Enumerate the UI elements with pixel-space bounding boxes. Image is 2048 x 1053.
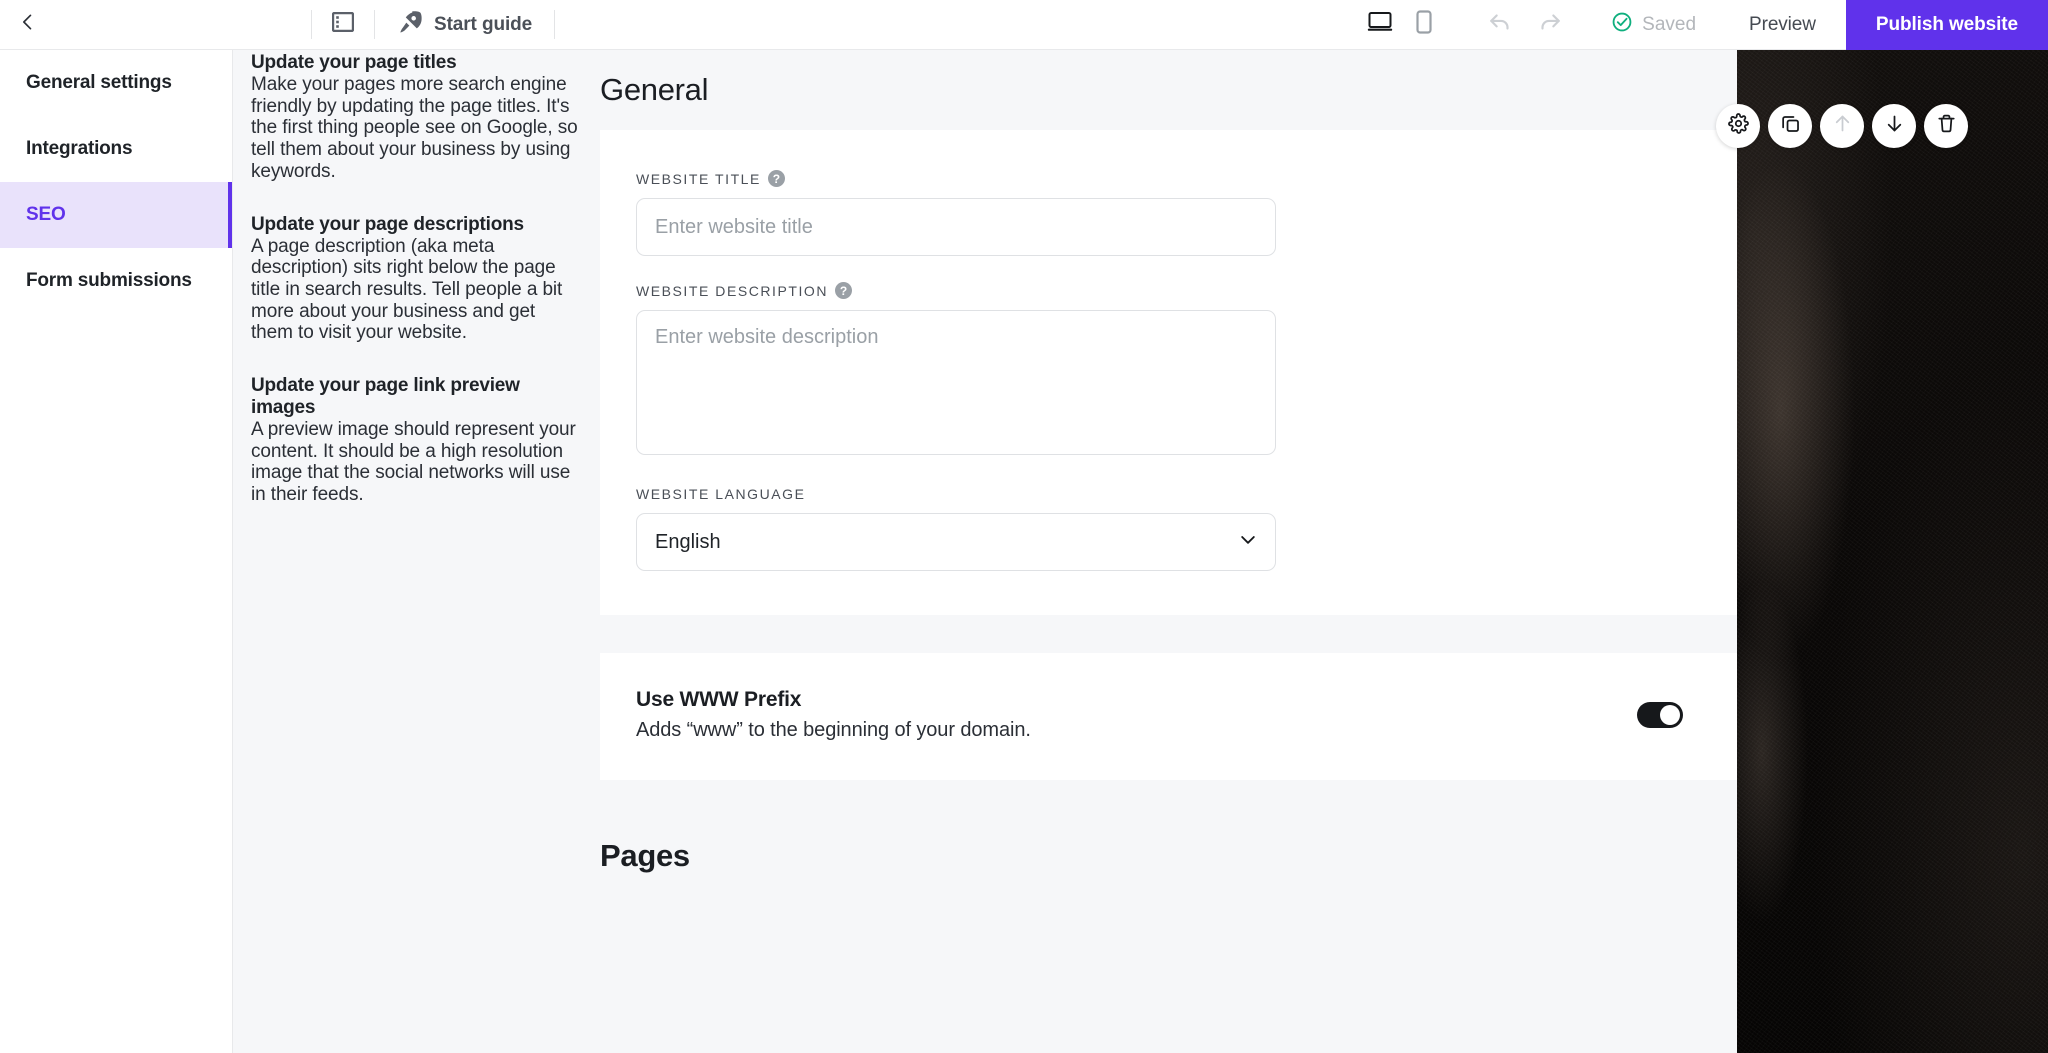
general-settings-card: WEBSITE TITLE ? WEBSITE DESCRIPTION ? WE… — [600, 130, 1737, 615]
panel-toggle-button[interactable] — [312, 0, 374, 49]
sidebar-item-seo[interactable]: SEO — [0, 182, 232, 248]
device-toggle-group — [1343, 8, 1461, 42]
sidebar-item-label: Integrations — [26, 138, 133, 159]
pages-section-title: Pages — [600, 838, 690, 873]
sidebar-item-integrations[interactable]: Integrations — [0, 116, 232, 182]
rocket-icon — [397, 9, 423, 41]
help-block-body: A preview image should represent your co… — [251, 419, 576, 506]
website-language-select[interactable]: English — [636, 513, 1276, 571]
sidebar-item-label: Form submissions — [26, 270, 192, 291]
website-language-label-text: WEBSITE LANGUAGE — [636, 486, 806, 502]
mobile-view-button[interactable] — [1407, 8, 1441, 42]
start-guide-button[interactable]: Start guide — [375, 0, 554, 49]
move-down-fab-button[interactable] — [1872, 104, 1916, 148]
preview-button[interactable]: Preview — [1719, 14, 1846, 36]
www-prefix-toggle[interactable] — [1637, 702, 1683, 728]
website-language-select-wrapper: English — [636, 513, 1276, 571]
element-action-toolbar — [1716, 104, 1968, 148]
help-block: Update your page titles Make your pages … — [251, 52, 578, 183]
publish-label: Publish website — [1875, 13, 2018, 35]
help-block-body: Make your pages more search engine frien… — [251, 74, 578, 182]
duplicate-fab-button[interactable] — [1768, 104, 1812, 148]
website-description-label: WEBSITE DESCRIPTION ? — [636, 282, 1701, 299]
redo-button[interactable] — [1532, 8, 1566, 42]
website-language-label: WEBSITE LANGUAGE — [636, 486, 1701, 502]
sidebar-item-general-settings[interactable]: General settings — [0, 50, 232, 116]
help-block: Update your page link preview images A p… — [251, 375, 578, 506]
publish-website-button[interactable]: Publish website — [1845, 0, 2048, 50]
sidebar-item-label: SEO — [26, 204, 66, 225]
www-prefix-title: Use WWW Prefix — [636, 688, 802, 711]
preview-label: Preview — [1749, 13, 1816, 35]
website-title-label-text: WEBSITE TITLE — [636, 170, 761, 187]
seo-settings-main: General WEBSITE TITLE ? WEBSITE DESCRIPT… — [600, 50, 1737, 1053]
sidebar-item-label: General settings — [26, 72, 172, 93]
toggle-knob — [1660, 705, 1680, 725]
website-description-field: WEBSITE DESCRIPTION ? — [636, 282, 1701, 460]
undo-button[interactable] — [1484, 8, 1518, 42]
history-group — [1462, 8, 1588, 42]
check-circle-icon — [1611, 11, 1633, 39]
help-icon[interactable]: ? — [767, 170, 785, 187]
preview-image-grain — [1737, 50, 2048, 1053]
www-prefix-description: Adds “www” to the beginning of your doma… — [636, 719, 1031, 741]
mobile-icon — [1416, 10, 1432, 39]
help-block-title: Update your page link preview images — [251, 375, 520, 419]
save-status-label: Saved — [1642, 13, 1697, 35]
settings-sidebar: General settings Integrations SEO Form s… — [0, 50, 233, 1053]
sidebar-item-form-submissions[interactable]: Form submissions — [0, 248, 232, 314]
desktop-icon — [1367, 10, 1393, 39]
website-title-label: WEBSITE TITLE ? — [636, 170, 1701, 187]
help-icon[interactable]: ? — [835, 282, 853, 299]
toolbar-flex-spacer — [555, 0, 1342, 49]
redo-icon — [1536, 9, 1562, 40]
chevron-left-icon — [18, 12, 38, 37]
help-block-title: Update your page titles — [251, 52, 457, 73]
settings-editor-screen: Start guide Saved Preview Publish websit… — [0, 0, 2048, 1053]
help-block-body: A page description (aka meta description… — [251, 235, 563, 344]
website-description-textarea[interactable] — [636, 310, 1276, 455]
arrow-down-icon — [1884, 113, 1905, 139]
website-preview-canvas[interactable] — [1737, 50, 2048, 1053]
save-status: Saved — [1589, 11, 1718, 39]
website-title-input[interactable] — [636, 198, 1276, 256]
website-language-field: WEBSITE LANGUAGE English — [636, 486, 1701, 571]
gear-icon — [1727, 113, 1749, 139]
undo-icon — [1488, 9, 1514, 40]
toolbar-left-spacer — [48, 0, 311, 49]
page-title: General — [600, 72, 709, 107]
website-description-label-text: WEBSITE DESCRIPTION — [636, 282, 829, 299]
www-prefix-text-group: Use WWW Prefix Adds “www” to the beginni… — [636, 688, 1031, 742]
toolbar-right-group: Saved Preview Publish website — [1342, 0, 2048, 50]
help-block-title: Update your page descriptions — [251, 213, 524, 235]
top-toolbar: Start guide Saved Preview Publish websit… — [0, 0, 2048, 50]
desktop-view-button[interactable] — [1363, 8, 1397, 42]
back-button[interactable] — [8, 0, 48, 49]
www-prefix-card: Use WWW Prefix Adds “www” to the beginni… — [600, 653, 1737, 780]
duplicate-icon — [1780, 113, 1801, 139]
delete-fab-button[interactable] — [1924, 104, 1968, 148]
help-block: Update your page descriptions A page des… — [251, 214, 578, 345]
start-guide-label: Start guide — [434, 13, 533, 35]
website-language-selected-value: English — [655, 530, 721, 553]
website-title-field: WEBSITE TITLE ? — [636, 170, 1701, 256]
arrow-up-icon — [1832, 113, 1853, 139]
panel-layout-icon — [331, 11, 355, 37]
seo-help-panel: Update your page titles Make your pages … — [233, 50, 600, 1053]
trash-icon — [1936, 113, 1957, 139]
settings-fab-button[interactable] — [1716, 104, 1760, 148]
move-up-fab-button[interactable] — [1820, 104, 1864, 148]
